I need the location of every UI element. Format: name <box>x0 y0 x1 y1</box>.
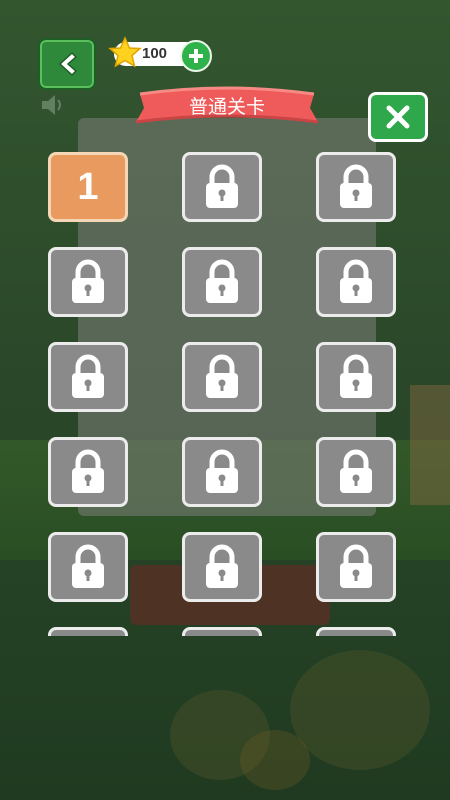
level-tile-locked[interactable] <box>48 342 128 412</box>
level-tile-locked[interactable] <box>316 247 396 317</box>
star-count: 100 <box>142 45 168 62</box>
level-tile-locked[interactable] <box>316 532 396 602</box>
lock-icon <box>340 164 372 208</box>
level-tile-locked[interactable] <box>48 627 128 636</box>
lock-icon <box>340 354 372 398</box>
level-tile-locked[interactable] <box>48 437 128 507</box>
star-icon <box>108 36 142 68</box>
close-icon <box>386 105 410 129</box>
level-tile-locked[interactable] <box>316 437 396 507</box>
lock-icon <box>340 449 372 493</box>
lock-icon <box>72 259 104 303</box>
level-tile-locked[interactable] <box>182 342 262 412</box>
chevron-left-icon <box>58 51 78 77</box>
close-button[interactable] <box>368 92 428 142</box>
level-tile-locked[interactable] <box>316 152 396 222</box>
level-tile-locked[interactable] <box>48 532 128 602</box>
lock-icon <box>206 259 238 303</box>
level-tile-locked[interactable] <box>48 247 128 317</box>
lock-icon <box>72 449 104 493</box>
add-stars-button[interactable] <box>180 40 212 72</box>
lock-icon <box>340 259 372 303</box>
lock-icon <box>206 354 238 398</box>
lock-icon <box>206 544 238 588</box>
back-button[interactable] <box>38 38 96 90</box>
page-title: 普通关卡 <box>188 96 265 118</box>
level-tile-locked[interactable] <box>182 152 262 222</box>
lock-icon <box>340 544 372 588</box>
lock-icon <box>72 544 104 588</box>
level-number: 1 <box>77 165 99 208</box>
background-flower <box>240 730 310 790</box>
background-flower <box>290 650 430 770</box>
lock-icon <box>206 164 238 208</box>
level-tile-locked[interactable] <box>182 627 262 636</box>
lock-icon <box>72 354 104 398</box>
level-tile-locked[interactable] <box>182 437 262 507</box>
level-tile-locked[interactable] <box>316 342 396 412</box>
level-tile-locked[interactable] <box>182 247 262 317</box>
level-tile-locked[interactable] <box>182 532 262 602</box>
lock-icon <box>206 449 238 493</box>
plus-icon <box>189 49 203 63</box>
level-grid: 1 <box>0 150 450 636</box>
level-tile-locked[interactable] <box>316 627 396 636</box>
speaker-icon[interactable] <box>38 90 68 120</box>
level-tile-1[interactable]: 1 <box>48 152 128 222</box>
